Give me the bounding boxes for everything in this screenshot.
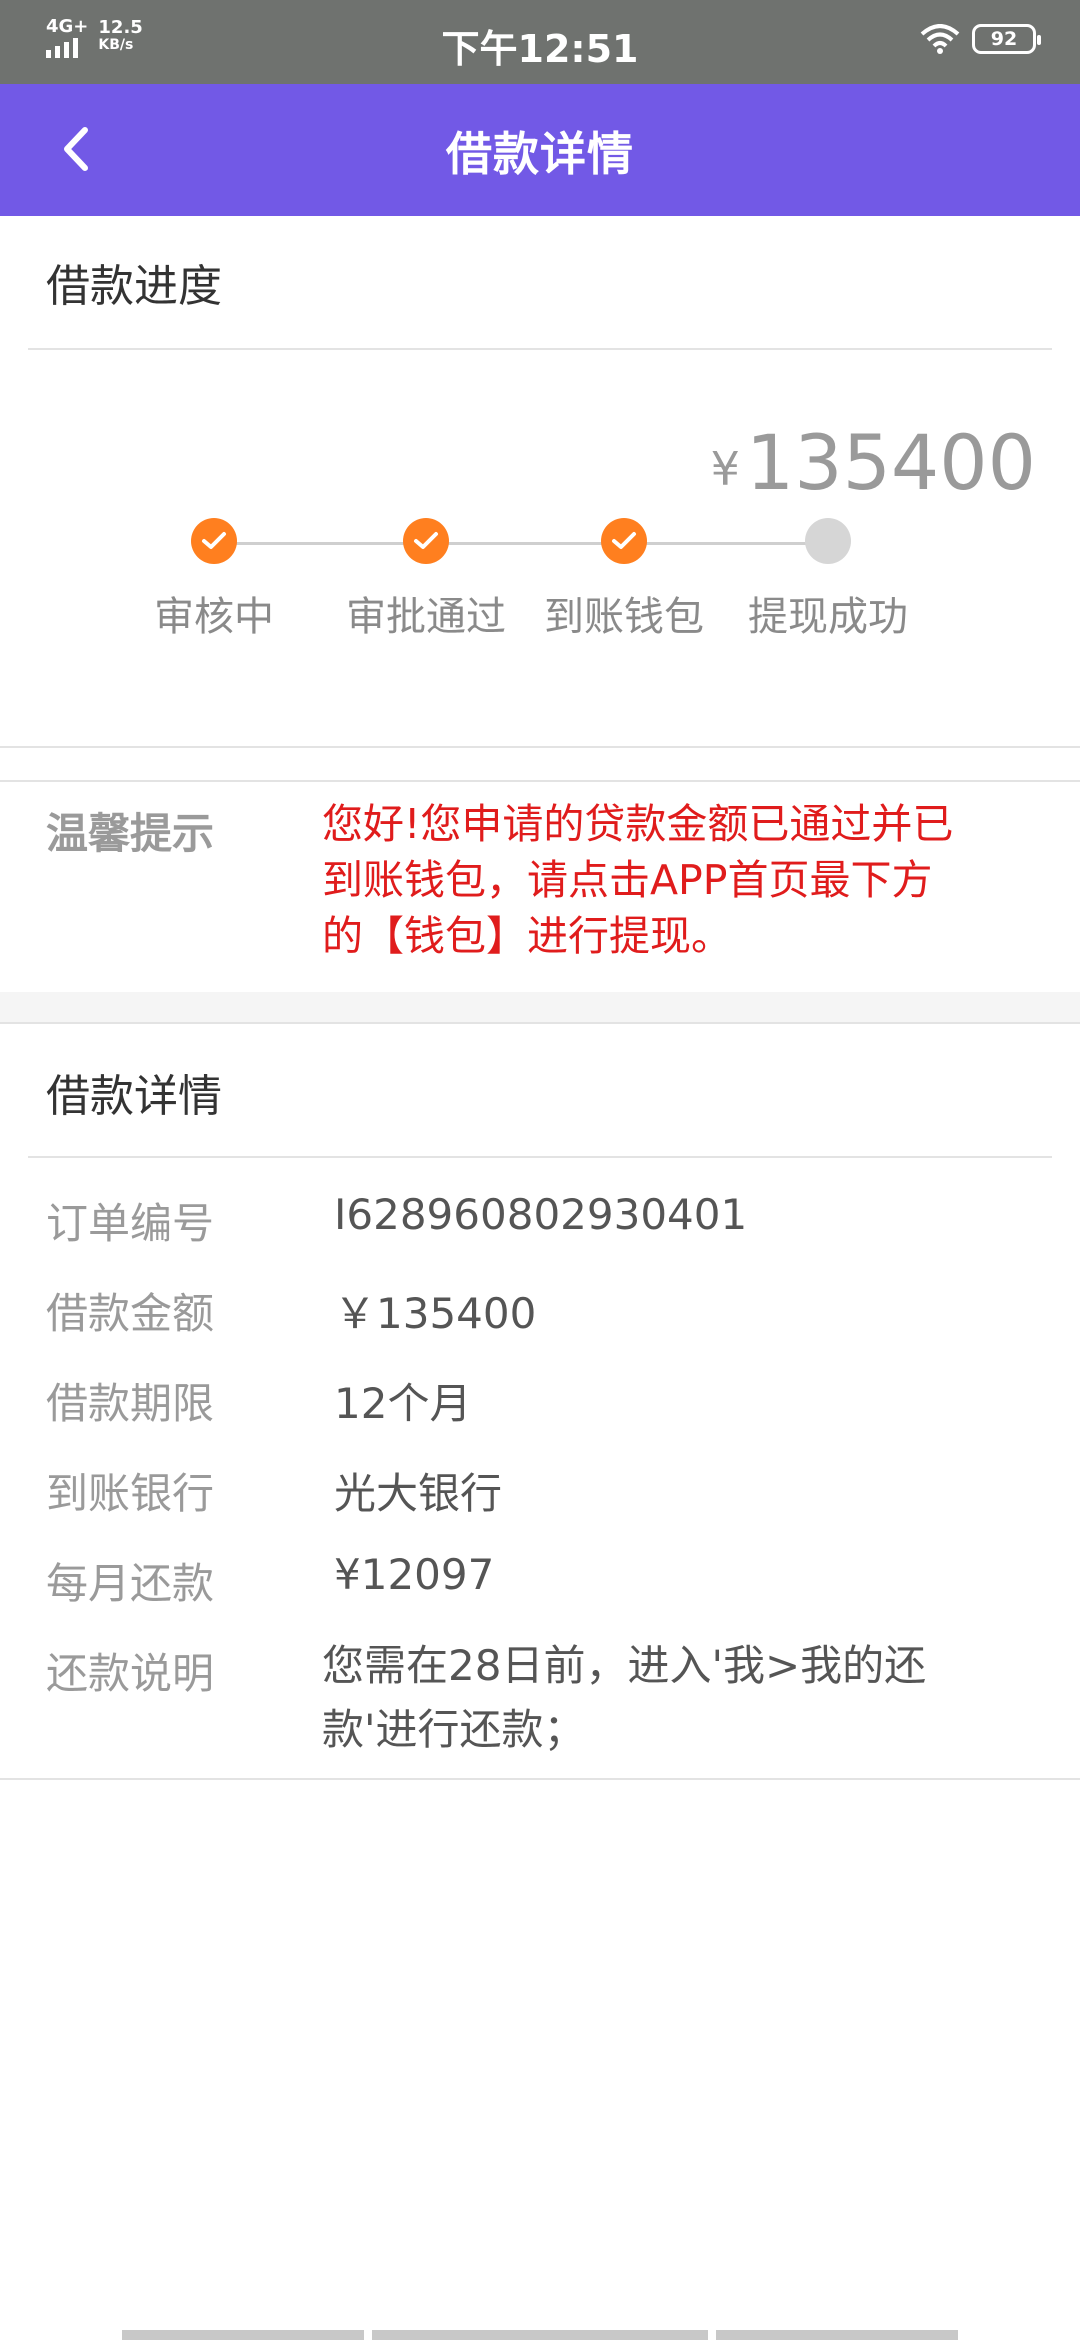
details-section-title: 借款详情 <box>46 1071 222 1122</box>
check-icon <box>612 532 636 549</box>
monthly-payment-label: 每月还款 <box>46 1559 215 1608</box>
status-bar: 4G+ 12.5 KB/s 下午12:51 92 <box>0 0 1080 84</box>
battery-level: 92 <box>990 28 1018 50</box>
divider <box>0 746 1080 748</box>
bank-value: 光大银行 <box>334 1469 503 1518</box>
bottom-tab[interactable] <box>122 2330 364 2340</box>
progress-section-title: 借款进度 <box>46 261 222 312</box>
tip-line: 的【钱包】进行提现。 <box>322 912 732 960</box>
step-3-dot <box>601 518 647 564</box>
amount-value: 135400 <box>745 418 1036 507</box>
currency-symbol: ¥ <box>710 442 740 496</box>
tip-message: 您好!您申请的贷款金额已通过并已 到账钱包，请点击APP首页最下方 的【钱包】进… <box>322 796 1022 964</box>
loan-amount-label: 借款金额 <box>46 1289 215 1338</box>
battery-icon: 92 <box>972 24 1041 54</box>
divider <box>0 1022 1080 1024</box>
app-header: 借款详情 <box>0 84 1080 216</box>
tip-line: 您好!您申请的贷款金额已通过并已 <box>322 800 954 848</box>
loan-term-value: 12个月 <box>334 1379 472 1428</box>
section-separator <box>0 992 1080 1024</box>
check-icon <box>414 532 438 549</box>
order-number-label: 订单编号 <box>46 1199 215 1248</box>
divider <box>28 348 1052 350</box>
step-4-label: 提现成功 <box>748 594 908 640</box>
loan-amount-value: ￥135400 <box>334 1289 537 1338</box>
bottom-tab[interactable] <box>372 2330 708 2340</box>
order-number-value: I628960802930401 <box>334 1190 748 1239</box>
step-4-dot <box>805 518 851 564</box>
repayment-note-line: 款'进行还款； <box>322 1705 586 1754</box>
step-1-dot <box>191 518 237 564</box>
bottom-tab[interactable] <box>716 2330 958 2340</box>
tip-label: 温馨提示 <box>46 809 215 858</box>
divider <box>28 1156 1052 1158</box>
wifi-icon <box>920 24 960 54</box>
step-2-dot <box>403 518 449 564</box>
check-icon <box>202 532 226 549</box>
repayment-note-value: 您需在28日前，进入'我>我的还 款'进行还款； <box>322 1634 1002 1762</box>
loan-term-label: 借款期限 <box>46 1379 215 1428</box>
divider <box>0 1778 1080 1780</box>
bank-label: 到账银行 <box>46 1469 215 1518</box>
status-time: 下午12:51 <box>441 27 639 71</box>
repayment-note-label: 还款说明 <box>46 1649 215 1698</box>
step-1-label: 审核中 <box>154 594 274 640</box>
loan-amount: ¥135400 <box>711 418 1036 514</box>
divider <box>0 780 1080 782</box>
status-right: 92 <box>920 24 1041 54</box>
repayment-note-line: 您需在28日前，进入'我>我的还 <box>322 1641 927 1690</box>
step-2-label: 审批通过 <box>346 594 506 640</box>
tip-line: 到账钱包，请点击APP首页最下方 <box>322 856 933 904</box>
monthly-payment-value: ¥12097 <box>334 1550 495 1599</box>
page-title: 借款详情 <box>446 127 634 181</box>
progress-track <box>214 542 828 545</box>
step-3-label: 到账钱包 <box>544 594 704 640</box>
